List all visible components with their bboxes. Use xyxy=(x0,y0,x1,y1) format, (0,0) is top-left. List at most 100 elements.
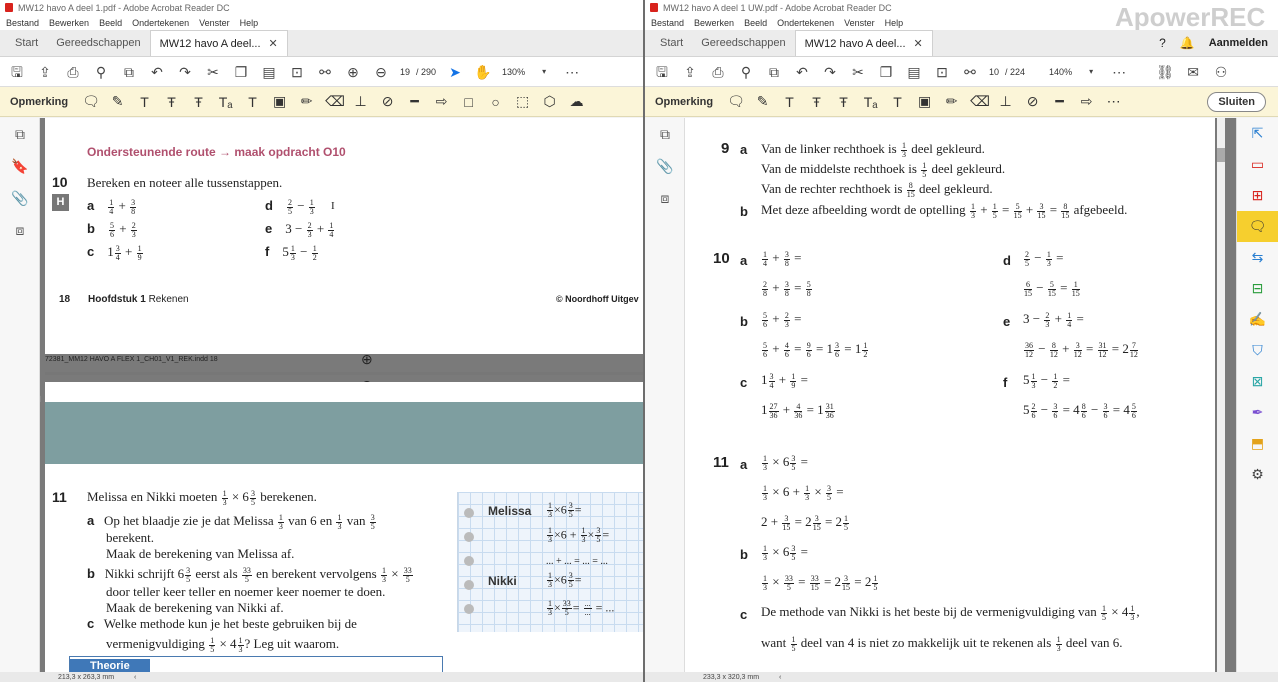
add-text-icon[interactable]: T xyxy=(244,94,261,110)
more-icon[interactable]: ⋯ xyxy=(1110,63,1128,81)
comment-tool-icon[interactable]: 🗨 xyxy=(1237,211,1278,242)
chevron-down-icon[interactable]: ▾ xyxy=(1082,63,1100,81)
menu-venster[interactable]: Venster xyxy=(844,18,875,28)
zoom-select[interactable]: 140% xyxy=(1049,67,1072,77)
tab-start[interactable]: Start xyxy=(6,30,47,56)
pencil-icon[interactable]: ✏ xyxy=(298,93,315,110)
print-icon[interactable]: ⎙ xyxy=(709,63,727,81)
line-icon[interactable]: ━ xyxy=(406,93,423,110)
scan-icon[interactable]: ⊠ xyxy=(1237,366,1278,397)
paste-icon[interactable]: ▤ xyxy=(905,63,923,81)
menu-bestand[interactable]: Bestand xyxy=(651,18,684,28)
polyline-icon[interactable]: ⬚ xyxy=(514,93,531,110)
sticky-note-icon[interactable]: 🗨 xyxy=(727,93,745,110)
upload-icon[interactable]: ⇪ xyxy=(681,63,699,81)
highlight-icon[interactable]: ✎ xyxy=(754,93,771,110)
tab-tools[interactable]: Gereedschappen xyxy=(692,30,794,56)
sticky-note-icon[interactable]: 🗨 xyxy=(82,93,100,110)
scroll-left-arrow-icon[interactable]: ‹ xyxy=(134,674,136,681)
more-icon[interactable]: ⋯ xyxy=(1105,93,1122,110)
add-user-icon[interactable]: ⚇ xyxy=(1212,63,1230,81)
sign-in-button[interactable]: Aanmelden xyxy=(1209,37,1268,49)
create-pdf-icon[interactable]: ▭ xyxy=(1237,149,1278,180)
menu-ondertekenen[interactable]: Ondertekenen xyxy=(777,18,834,28)
undo-icon[interactable]: ↶ xyxy=(793,63,811,81)
upload-icon[interactable]: ⇪ xyxy=(36,63,54,81)
tab-tools[interactable]: Gereedschappen xyxy=(47,30,149,56)
eraser-icon[interactable]: ⌫ xyxy=(325,93,345,110)
replace-text-icon[interactable]: Ŧ xyxy=(835,94,852,110)
sign-icon[interactable]: ✒ xyxy=(1237,397,1278,428)
menu-bewerken[interactable]: Bewerken xyxy=(49,18,89,28)
cut-icon[interactable]: ✂ xyxy=(204,63,222,81)
page-number-input[interactable]: 19 xyxy=(400,67,410,77)
pencil-icon[interactable]: ✏ xyxy=(943,93,960,110)
attachment-icon[interactable]: 📎 xyxy=(645,150,685,182)
page-down-icon[interactable]: ⊖ xyxy=(372,63,390,81)
add-text-icon[interactable]: T xyxy=(889,94,906,110)
zoom-select[interactable]: 130% xyxy=(502,67,525,77)
tab-document[interactable]: MW12 havo A deel... ✕ xyxy=(794,30,933,56)
vertical-scrollbar[interactable] xyxy=(1217,118,1225,672)
menu-venster[interactable]: Venster xyxy=(199,18,230,28)
close-tab-icon[interactable]: ✕ xyxy=(269,37,278,50)
menu-ondertekenen[interactable]: Ondertekenen xyxy=(132,18,189,28)
save-icon[interactable]: 🖫 xyxy=(8,63,26,81)
share-icon[interactable]: ⧉ xyxy=(120,63,138,81)
text-icon[interactable]: T xyxy=(136,94,153,110)
oval-icon[interactable]: ○ xyxy=(487,94,504,110)
textbox-icon[interactable]: ▣ xyxy=(916,93,933,110)
arrow-icon[interactable]: ⇨ xyxy=(1078,93,1095,110)
layers-icon[interactable]: ⧈ xyxy=(0,214,40,246)
search-icon[interactable]: ⚲ xyxy=(737,63,755,81)
send-file-icon[interactable]: ⬒ xyxy=(1237,428,1278,459)
line-icon[interactable]: ━ xyxy=(1051,93,1068,110)
polygon-icon[interactable]: ⬡ xyxy=(541,93,558,110)
bookmark-icon[interactable]: 🔖 xyxy=(0,150,40,182)
close-tab-icon[interactable]: ✕ xyxy=(914,37,923,50)
attach-icon[interactable]: ⊘ xyxy=(379,93,396,110)
menu-bestand[interactable]: Bestand xyxy=(6,18,39,28)
pages-icon[interactable]: ⧉ xyxy=(645,118,685,150)
menu-bewerken[interactable]: Bewerken xyxy=(694,18,734,28)
stamp-icon[interactable]: ⊥ xyxy=(997,93,1014,110)
tab-start[interactable]: Start xyxy=(651,30,692,56)
hand-tool-icon[interactable]: ✋ xyxy=(474,63,492,81)
eraser-icon[interactable]: ⌫ xyxy=(970,93,990,110)
chevron-down-icon[interactable]: ▾ xyxy=(535,63,553,81)
replace-text-icon[interactable]: Ŧ xyxy=(190,94,207,110)
copy-icon[interactable]: ❐ xyxy=(232,63,250,81)
insert-text-icon[interactable]: Tₐ xyxy=(217,94,234,110)
attachment-icon[interactable]: 📎 xyxy=(0,182,40,214)
attach-icon[interactable]: ⊘ xyxy=(1024,93,1041,110)
undo-icon[interactable]: ↶ xyxy=(148,63,166,81)
export-pdf-icon[interactable]: ⇱ xyxy=(1237,118,1278,149)
strikethrough-icon[interactable]: Ŧ xyxy=(163,94,180,110)
print-icon[interactable]: ⎙ xyxy=(64,63,82,81)
paste-icon[interactable]: ▤ xyxy=(260,63,278,81)
menu-beeld[interactable]: Beeld xyxy=(99,18,122,28)
select-cursor-icon[interactable]: ➤ xyxy=(446,63,464,81)
page-up-icon[interactable]: ⊕ xyxy=(344,63,362,81)
stamp-icon[interactable]: ⊥ xyxy=(352,93,369,110)
search-icon[interactable]: ⚲ xyxy=(92,63,110,81)
scrollbar-thumb[interactable] xyxy=(1217,148,1225,162)
organize-pages-icon[interactable]: ⇆ xyxy=(1237,242,1278,273)
save-icon[interactable]: 🖫 xyxy=(653,63,671,81)
redo-icon[interactable]: ↷ xyxy=(176,63,194,81)
rectangle-icon[interactable]: □ xyxy=(460,94,477,110)
tab-document[interactable]: MW12 havo A deel... ✕ xyxy=(149,30,288,56)
notification-bell-icon[interactable]: 🔔 xyxy=(1180,36,1195,50)
find-binoculars-icon[interactable]: ⚯ xyxy=(961,63,979,81)
arrow-icon[interactable]: ⇨ xyxy=(433,93,450,110)
cut-icon[interactable]: ✂ xyxy=(849,63,867,81)
pages-icon[interactable]: ⧉ xyxy=(0,118,40,150)
cloud-icon[interactable]: ☁ xyxy=(568,93,585,110)
highlight-icon[interactable]: ✎ xyxy=(109,93,126,110)
layers-icon[interactable]: ⧈ xyxy=(645,182,685,214)
menu-help[interactable]: Help xyxy=(885,18,904,28)
link-icon[interactable]: ⛓ xyxy=(1156,63,1174,81)
more-tools-icon[interactable]: ⚙ xyxy=(1237,459,1278,490)
menu-help[interactable]: Help xyxy=(240,18,259,28)
close-comment-button[interactable]: Sluiten xyxy=(1207,91,1266,112)
